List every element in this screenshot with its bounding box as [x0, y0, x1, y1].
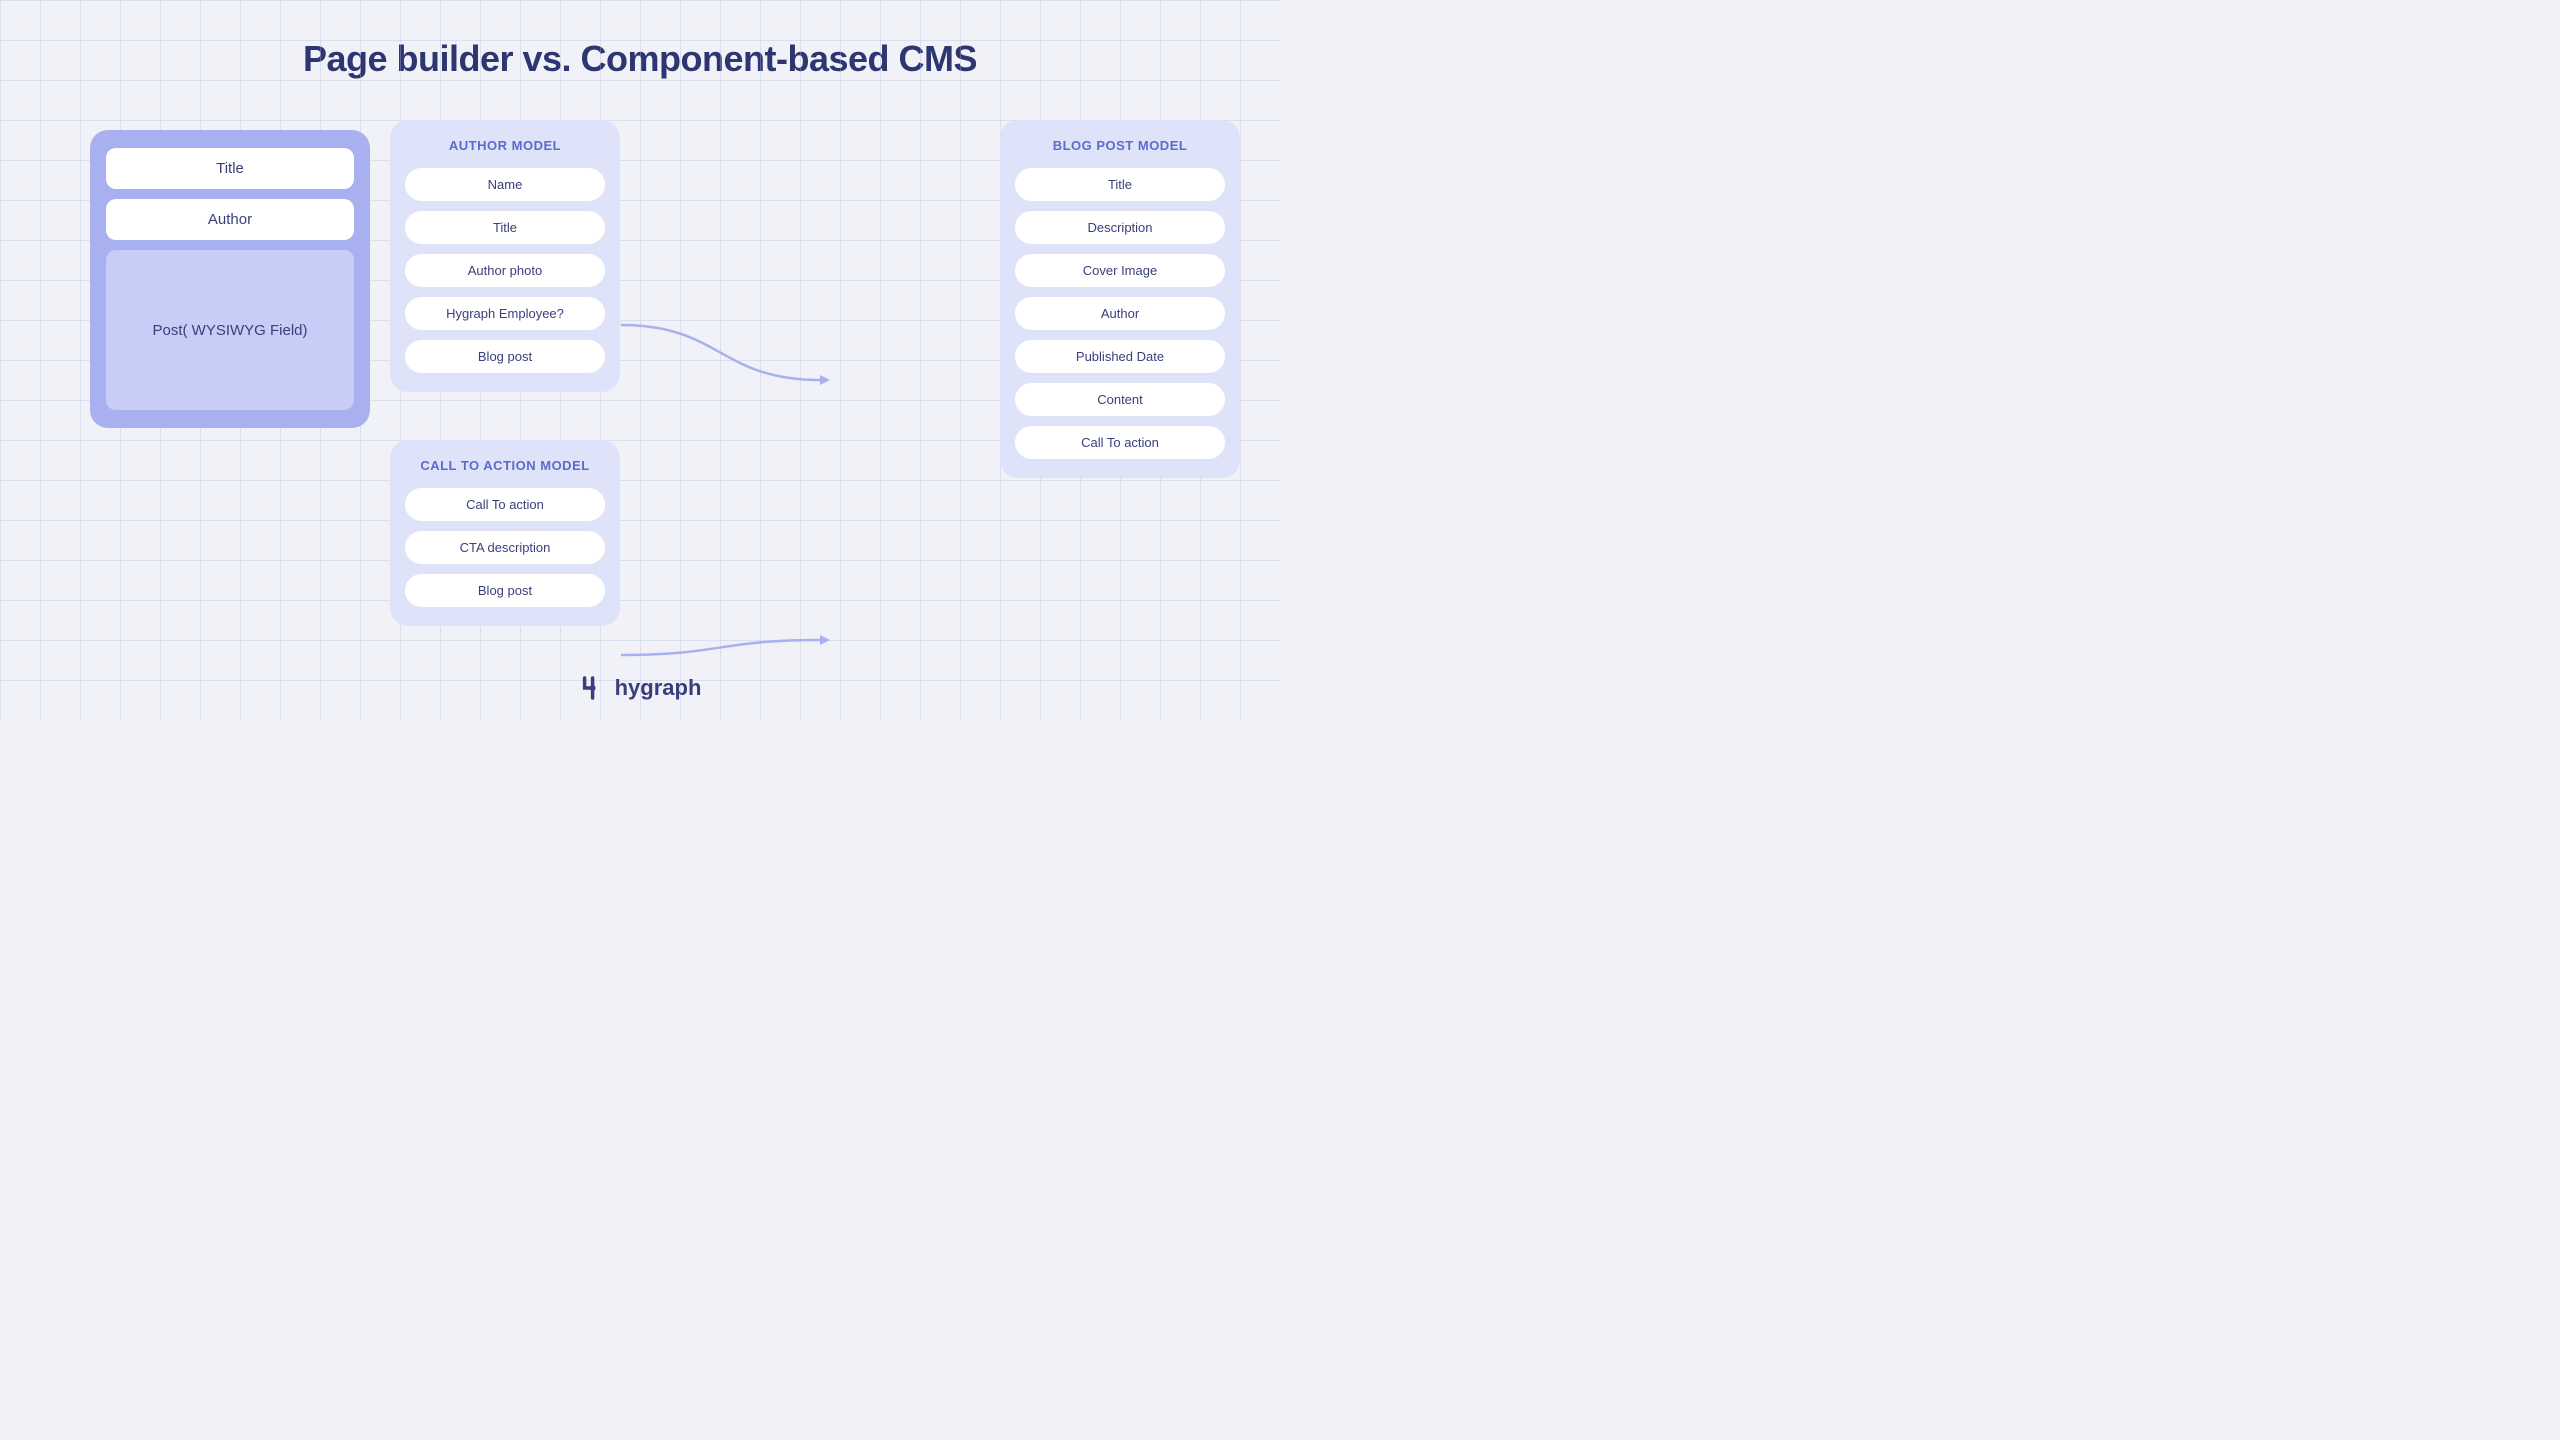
- blog-field-date: Published Date: [1014, 339, 1226, 374]
- blog-field-author: Author: [1014, 296, 1226, 331]
- author-field-blogpost: Blog post: [404, 339, 606, 374]
- hygraph-logo-icon: [579, 674, 607, 702]
- blog-post-model-title: BLOG POST MODEL: [1014, 138, 1226, 153]
- pb-post-field: Post( WYSIWYG Field): [106, 250, 354, 410]
- blog-post-model-fields: Title Description Cover Image Author Pub…: [1014, 167, 1226, 460]
- cta-model-card: CALL TO ACTION MODEL Call To action CTA …: [390, 440, 620, 626]
- page-title: Page builder vs. Component-based CMS: [0, 0, 1280, 80]
- cta-field-description: CTA description: [404, 530, 606, 565]
- author-field-title: Title: [404, 210, 606, 245]
- footer: hygraph: [579, 674, 702, 702]
- author-model-title: AUTHOR MODEL: [404, 138, 606, 153]
- diagram-area: Title Author Post( WYSIWYG Field) AUTHOR…: [0, 110, 1280, 660]
- author-model-card: AUTHOR MODEL Name Title Author photo Hyg…: [390, 120, 620, 392]
- blog-post-model-card: BLOG POST MODEL Title Description Cover …: [1000, 120, 1240, 478]
- author-field-employee: Hygraph Employee?: [404, 296, 606, 331]
- author-model-fields: Name Title Author photo Hygraph Employee…: [404, 167, 606, 374]
- blog-field-content: Content: [1014, 382, 1226, 417]
- footer-logo-text: hygraph: [615, 675, 702, 701]
- blog-field-cover: Cover Image: [1014, 253, 1226, 288]
- pb-title-field: Title: [106, 148, 354, 189]
- cta-model-title: CALL TO ACTION MODEL: [404, 458, 606, 473]
- blog-field-cta: Call To action: [1014, 425, 1226, 460]
- cta-field-blogpost: Blog post: [404, 573, 606, 608]
- cta-model-fields: Call To action CTA description Blog post: [404, 487, 606, 608]
- blog-field-title: Title: [1014, 167, 1226, 202]
- page-builder-card: Title Author Post( WYSIWYG Field): [90, 130, 370, 428]
- pb-author-field: Author: [106, 199, 354, 240]
- cta-field-action: Call To action: [404, 487, 606, 522]
- blog-field-description: Description: [1014, 210, 1226, 245]
- author-field-photo: Author photo: [404, 253, 606, 288]
- author-field-name: Name: [404, 167, 606, 202]
